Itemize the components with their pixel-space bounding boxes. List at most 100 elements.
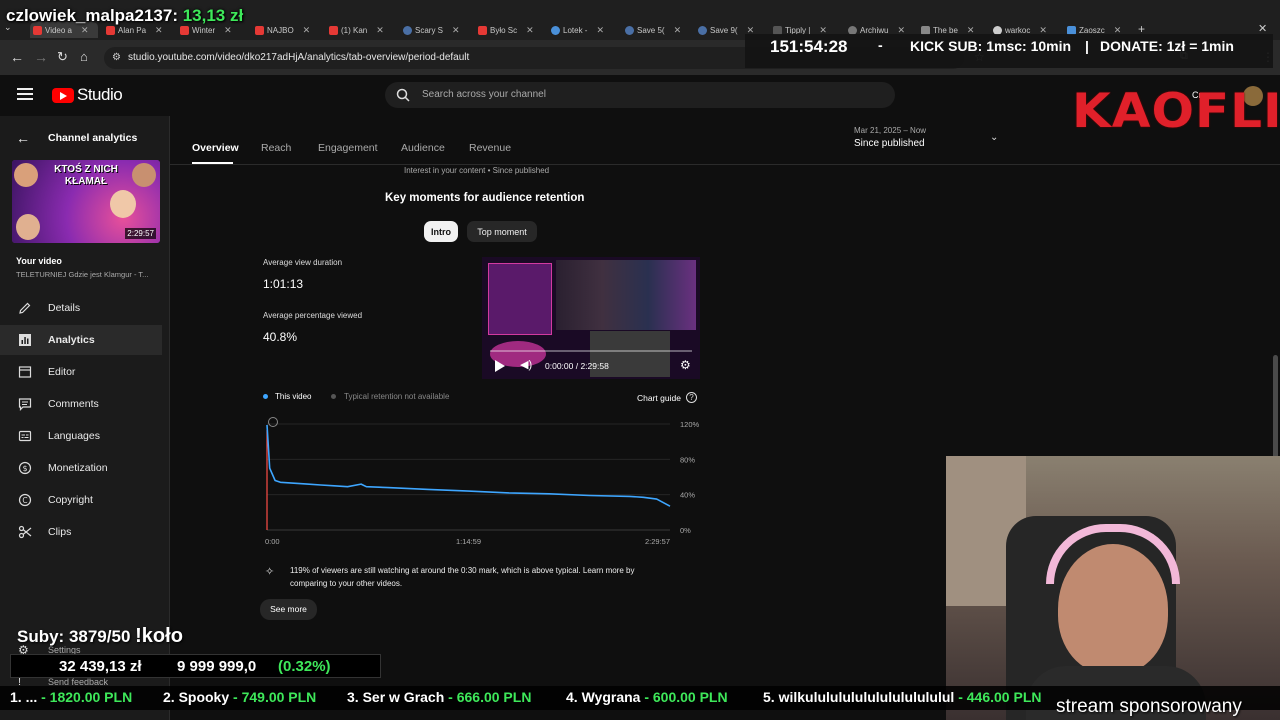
lotek-favicon-icon (551, 25, 560, 35)
sidebar-item-languages[interactable]: Languages (0, 421, 162, 451)
tab-engagement[interactable]: Engagement (318, 142, 378, 154)
sidebar-item-copyright[interactable]: C Copyright (0, 485, 162, 515)
close-icon[interactable]: ✕ (596, 25, 604, 36)
forward-icon[interactable]: → (34, 49, 48, 65)
settings-gear-icon[interactable]: ⚙ (680, 358, 691, 372)
overlay-stream-sponsored: stream sponsorowany (1056, 696, 1242, 717)
analytics-icon (19, 334, 31, 346)
retention-title: Key moments for audience retention (385, 192, 585, 204)
goal-percent: (0.32%) (278, 658, 331, 675)
chip-intro[interactable]: Intro (424, 221, 458, 242)
retention-subtitle: Interest in your content • Since publish… (404, 166, 550, 175)
close-icon[interactable]: ✕ (81, 25, 89, 36)
player-time: 0:00:00 / 2:29:58 (545, 361, 609, 371)
thumbnail-title: KTOŚ Z NICH KŁAMAŁ (54, 164, 118, 187)
overlay-latest-donation: czlowiek_malpa2137: 13,13 zł (6, 6, 244, 25)
channel-analytics-title[interactable]: Channel analytics (48, 132, 137, 144)
player-progress-track[interactable] (490, 350, 692, 352)
youtube-favicon-icon (478, 25, 487, 35)
reload-icon[interactable]: ↻ (57, 49, 68, 65)
browser-tab[interactable]: (1) Kan ✕ (329, 22, 393, 38)
video-thumbnail[interactable]: KTOŚ Z NICH KŁAMAŁ 2:29:57 (12, 160, 160, 243)
browser-tab[interactable]: Lotek - ✕ (551, 22, 619, 38)
donate-rule: DONATE: 1zł = 1min (1100, 38, 1234, 54)
overlay-subathon-timer: 151:54:28 - KICK SUB: 1msc: 10min | DONA… (745, 34, 1273, 68)
youtube-favicon-icon (255, 25, 264, 35)
site-info-icon[interactable]: ⚙ (112, 47, 121, 69)
close-icon[interactable]: ✕ (452, 25, 460, 36)
svg-text:C: C (22, 496, 27, 505)
legend-this-video: This video (263, 392, 311, 401)
close-icon[interactable]: ✕ (376, 25, 384, 36)
chart-guide-button[interactable]: Chart guide ? (637, 392, 697, 403)
duration-badge: 2:29:57 (125, 228, 156, 239)
see-more-button[interactable]: See more (260, 599, 317, 620)
home-icon[interactable]: ⌂ (80, 49, 88, 64)
tab-revenue[interactable]: Revenue (469, 142, 511, 154)
insight-text: 119% of viewers are still watching at ar… (290, 566, 635, 588)
legend-dot-icon (331, 394, 336, 399)
kick-sub-rule: KICK SUB: 1msc: 10min (910, 38, 1072, 54)
sidebar-item-comments[interactable]: Comments (0, 389, 162, 419)
sidebar-item-editor[interactable]: Editor (0, 357, 162, 387)
volume-icon[interactable]: ◀) (520, 358, 532, 371)
leaderboard-entry: 4. Wygrana - 600.00 PLN (566, 689, 728, 705)
browser-tab[interactable]: Save 5(✕ (625, 22, 689, 38)
play-icon[interactable] (495, 360, 505, 372)
x-tick-label: 0:00 (265, 537, 280, 546)
back-arrow-icon[interactable]: ← (16, 130, 30, 146)
face-right (132, 163, 156, 187)
leaderboard-entry: 3. Ser w Grach - 666.00 PLN (347, 689, 532, 705)
sparkle-icon: ✧ (265, 566, 275, 578)
timer-value: 151:54:28 (770, 37, 848, 56)
goal-amount: 32 439,13 zł (59, 658, 142, 675)
browser-tab[interactable]: Było Sc ✕ (478, 22, 542, 38)
search-input[interactable]: Search across your channel (385, 82, 895, 108)
steam-favicon-icon (698, 25, 707, 35)
face-bottom-left (16, 214, 40, 240)
hamburger-menu-icon[interactable] (17, 88, 33, 100)
close-icon[interactable]: ✕ (303, 25, 311, 36)
youtube-favicon-icon (33, 25, 42, 35)
close-icon[interactable]: ✕ (155, 25, 163, 36)
sidebar-item-monetization[interactable]: $ Monetization (0, 453, 162, 483)
browser-tab[interactable]: Scary S ✕ (403, 22, 469, 38)
goal-target: 9 999 999,0 (177, 658, 257, 675)
overlay-goal-bar: 32 439,13 zł 9 999 999,0 (0.32%) (10, 654, 381, 678)
sidebar-item-analytics[interactable]: Analytics (0, 325, 162, 355)
leaderboard-entry: 2. Spooky - 749.00 PLN (163, 689, 317, 705)
period-selector[interactable]: Mar 21, 2025 – Now Since published ⌄ (854, 126, 1006, 156)
y-tick-label: 80% (680, 455, 695, 464)
help-circle-icon: ? (685, 392, 697, 403)
tab-reach[interactable]: Reach (261, 142, 291, 154)
editor-icon (18, 366, 32, 378)
overlay-subs-counter: Suby: 3879/50 !koło (17, 625, 183, 647)
youtube-logo-icon (52, 87, 74, 103)
sidebar-item-clips[interactable]: Clips (0, 517, 162, 547)
sidebar-item-details[interactable]: Details (0, 293, 162, 323)
tab-overview[interactable]: Overview (192, 142, 239, 154)
youtube-favicon-icon (329, 25, 338, 35)
leaderboard-entry: 1. ... - 1820.00 PLN (10, 689, 133, 705)
player-preview-table (488, 263, 552, 335)
comments-icon (18, 398, 32, 411)
close-icon[interactable]: ✕ (674, 25, 682, 36)
chevron-down-icon: ⌄ (990, 132, 999, 143)
tab-overview-underline (192, 162, 233, 164)
legend-dot-icon (263, 394, 268, 399)
close-icon[interactable]: ✕ (526, 25, 534, 36)
studio-logo[interactable]: Studio (52, 85, 123, 105)
retention-line (266, 424, 671, 507)
x-tick-label: 2:29:57 (645, 537, 670, 546)
info-icon (268, 417, 278, 427)
close-icon[interactable]: ✕ (224, 25, 232, 36)
video-player[interactable]: ◀) 0:00:00 / 2:29:58 ⚙ (482, 257, 700, 379)
back-icon[interactable]: ← (10, 49, 24, 65)
chip-top-moment[interactable]: Top moment (467, 221, 537, 242)
browser-tab[interactable]: NAJBO ✕ (255, 22, 319, 38)
tab-audience[interactable]: Audience (401, 142, 445, 154)
scissors-icon (18, 525, 32, 539)
x-tick-label: 1:14:59 (456, 537, 481, 546)
video-title: TELETURNIEJ Gdzie jest Klamgur - T... (16, 270, 149, 279)
period-range: Mar 21, 2025 – Now (854, 126, 927, 135)
